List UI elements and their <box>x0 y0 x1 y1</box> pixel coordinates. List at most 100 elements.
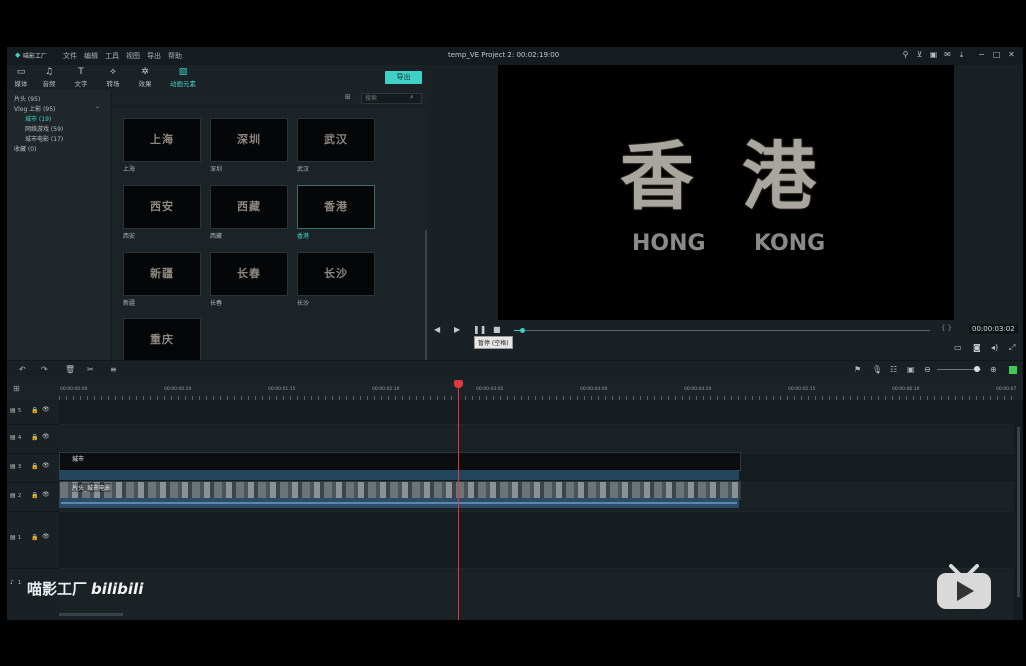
chevron-down-icon[interactable]: ⌄ <box>95 103 100 110</box>
track-lane-4[interactable] <box>59 425 1014 454</box>
lock-icon[interactable]: 🔒 <box>31 534 38 541</box>
folder-icon: ▭ <box>16 67 26 77</box>
tree-item-intro[interactable]: 片头 (95) <box>14 94 40 103</box>
thumb-caption: 新疆 <box>123 300 136 307</box>
lock-icon[interactable]: 🔒 <box>31 434 38 441</box>
timeline-vscrollbar[interactable] <box>1017 427 1020 597</box>
eye-icon[interactable]: 👁 <box>42 406 50 413</box>
tab-media[interactable]: ▭ 媒体 <box>7 67 35 88</box>
volume-icon[interactable]: ◂) <box>991 343 998 352</box>
menu-file[interactable]: 文件 <box>63 51 77 61</box>
tab-transition[interactable]: ⟡ 转场 <box>99 67 127 88</box>
mark-in-out-icon[interactable]: { } <box>941 324 952 332</box>
thumb-xian[interactable]: 西安 <box>123 185 201 229</box>
fullscreen-icon[interactable]: ⤢ <box>1009 343 1015 353</box>
adjust-icon[interactable]: ≡ <box>110 365 117 374</box>
thumb-shanghai[interactable]: 上海 <box>123 118 201 162</box>
tree-item-city-movie[interactable]: 城市电影 (17) <box>25 134 63 143</box>
ruler-label: 00:00:02:10 <box>372 387 400 392</box>
thumb-shenzhen[interactable]: 深圳 <box>210 118 288 162</box>
tree-item-vlog[interactable]: Vlog 上影 (95) <box>14 104 55 113</box>
thumb-title: 长沙 <box>324 267 348 280</box>
lock-icon[interactable]: 🔒 <box>31 492 38 499</box>
track-header-4[interactable]: ▤ 4 🔒 👁 <box>7 425 59 454</box>
cart-icon[interactable]: ⊻ <box>915 50 924 60</box>
thumb-tibet[interactable]: 西藏 <box>210 185 288 229</box>
thumb-xinjiang[interactable]: 新疆 <box>123 252 201 296</box>
library-scrollbar[interactable] <box>425 230 427 360</box>
track-header-3[interactable]: ▤ 3 🔒 👁 <box>7 454 59 483</box>
progress-knob[interactable] <box>520 328 526 333</box>
thumb-changsha[interactable]: 长沙 <box>297 252 375 296</box>
mic-icon[interactable]: 🎙 <box>872 365 882 374</box>
thumb-title: 香港 <box>324 200 348 213</box>
tab-audio[interactable]: ♫ 音频 <box>35 67 63 88</box>
close-icon[interactable]: ✕ <box>1007 50 1016 60</box>
mixer-icon[interactable]: ☷ <box>890 365 897 374</box>
playhead[interactable] <box>458 380 459 620</box>
lock-icon[interactable]: 🔒 <box>31 407 38 414</box>
maximize-icon[interactable]: □ <box>992 50 1001 60</box>
tree-item-game[interactable]: 网络游戏 (59) <box>25 124 63 133</box>
render-icon[interactable]: ▣ <box>907 365 915 374</box>
account-icon[interactable]: ⚲ <box>901 50 910 60</box>
title-bar: ◆ 喵影工厂 文件 编辑 工具 视图 导出 帮助 temp_VE Project… <box>7 47 1023 65</box>
menu-help[interactable]: 帮助 <box>168 51 182 61</box>
thumb-chongqing[interactable]: 重庆 <box>123 318 201 362</box>
text-icon: T <box>78 67 84 77</box>
library-tabs: ▭ 媒体 ♫ 音频 T 文字 ⟡ 转场 ✲ 效果 ▨ 动画元素 导出 <box>7 65 427 91</box>
zoom-in-icon[interactable]: ⊕ <box>990 365 997 374</box>
tree-item-city[interactable]: 城市 (19) <box>25 114 51 123</box>
zoom-knob[interactable] <box>974 366 980 372</box>
tab-elements[interactable]: ▨ 动画元素 <box>167 67 199 91</box>
thumb-hongkong[interactable]: 香港 <box>297 185 375 229</box>
cut-icon[interactable]: ✂ <box>87 365 94 374</box>
progress-slider[interactable] <box>514 328 930 333</box>
audio-waveform[interactable] <box>59 498 739 508</box>
eye-icon[interactable]: 👁 <box>42 533 50 540</box>
pause-icon[interactable]: ❚❚ <box>473 325 486 334</box>
timeline-ruler[interactable]: ⊞ 00:00:00:00 00:00:00:20 00:00:01:15 00… <box>7 378 1023 400</box>
export-button[interactable]: 导出 <box>385 71 422 84</box>
tab-text[interactable]: T 文字 <box>67 67 95 88</box>
thumb-changchun[interactable]: 长春 <box>210 252 288 296</box>
download-icon[interactable]: ⤓ <box>957 50 966 60</box>
thumb-wuhan[interactable]: 武汉 <box>297 118 375 162</box>
track-lane-5[interactable] <box>59 400 1014 425</box>
eye-icon[interactable]: 👁 <box>42 491 50 498</box>
save-icon[interactable]: ▣ <box>929 50 938 60</box>
tab-effects[interactable]: ✲ 效果 <box>131 67 159 88</box>
menu-view[interactable]: 视图 <box>126 51 140 61</box>
marker-icon[interactable]: ⚑ <box>854 365 861 374</box>
undo-icon[interactable]: ↶ <box>19 365 26 374</box>
menu-export[interactable]: 导出 <box>147 51 161 61</box>
redo-icon[interactable]: ↷ <box>41 365 48 374</box>
menu-edit[interactable]: 编辑 <box>84 51 98 61</box>
menu-tools[interactable]: 工具 <box>105 51 119 61</box>
eye-icon[interactable]: 👁 <box>42 462 50 469</box>
preview-viewer[interactable]: 香 港 HONG KONG <box>498 65 954 320</box>
eye-icon[interactable]: 👁 <box>42 433 50 440</box>
lock-icon[interactable]: 🔒 <box>31 463 38 470</box>
track-lane-1[interactable] <box>59 512 1014 569</box>
thumb-title: 武汉 <box>324 133 348 146</box>
delete-icon[interactable]: 🗑 <box>65 365 75 374</box>
minimize-icon[interactable]: − <box>977 50 986 60</box>
display-icon[interactable]: ▭ <box>954 343 962 352</box>
stop-icon[interactable]: ■ <box>493 325 501 334</box>
add-track-icon[interactable]: ⊞ <box>13 384 20 393</box>
tree-item-favorites[interactable]: 收藏 (0) <box>14 144 36 153</box>
track-lane-audio-1[interactable] <box>59 569 1014 620</box>
grid-view-icon[interactable]: ⊞ <box>345 93 351 101</box>
mail-icon[interactable]: ✉ <box>943 50 952 60</box>
track-header-5[interactable]: ▤ 5 🔒 👁 <box>7 400 59 425</box>
play-icon[interactable]: ▶ <box>454 325 460 334</box>
zoom-out-icon[interactable]: ⊖ <box>924 365 931 374</box>
prev-frame-icon[interactable]: ◀ <box>434 325 440 334</box>
title-clip[interactable]: 城市 <box>59 452 741 471</box>
timeline-hscrollbar[interactable] <box>59 613 123 616</box>
track-header-2[interactable]: ▤ 2 🔒 👁 <box>7 483 59 512</box>
snapshot-icon[interactable]: ◙ <box>973 343 981 352</box>
search-icon[interactable]: ⌕ <box>410 93 414 102</box>
track-header-1[interactable]: ▤ 1 🔒 👁 <box>7 512 59 569</box>
